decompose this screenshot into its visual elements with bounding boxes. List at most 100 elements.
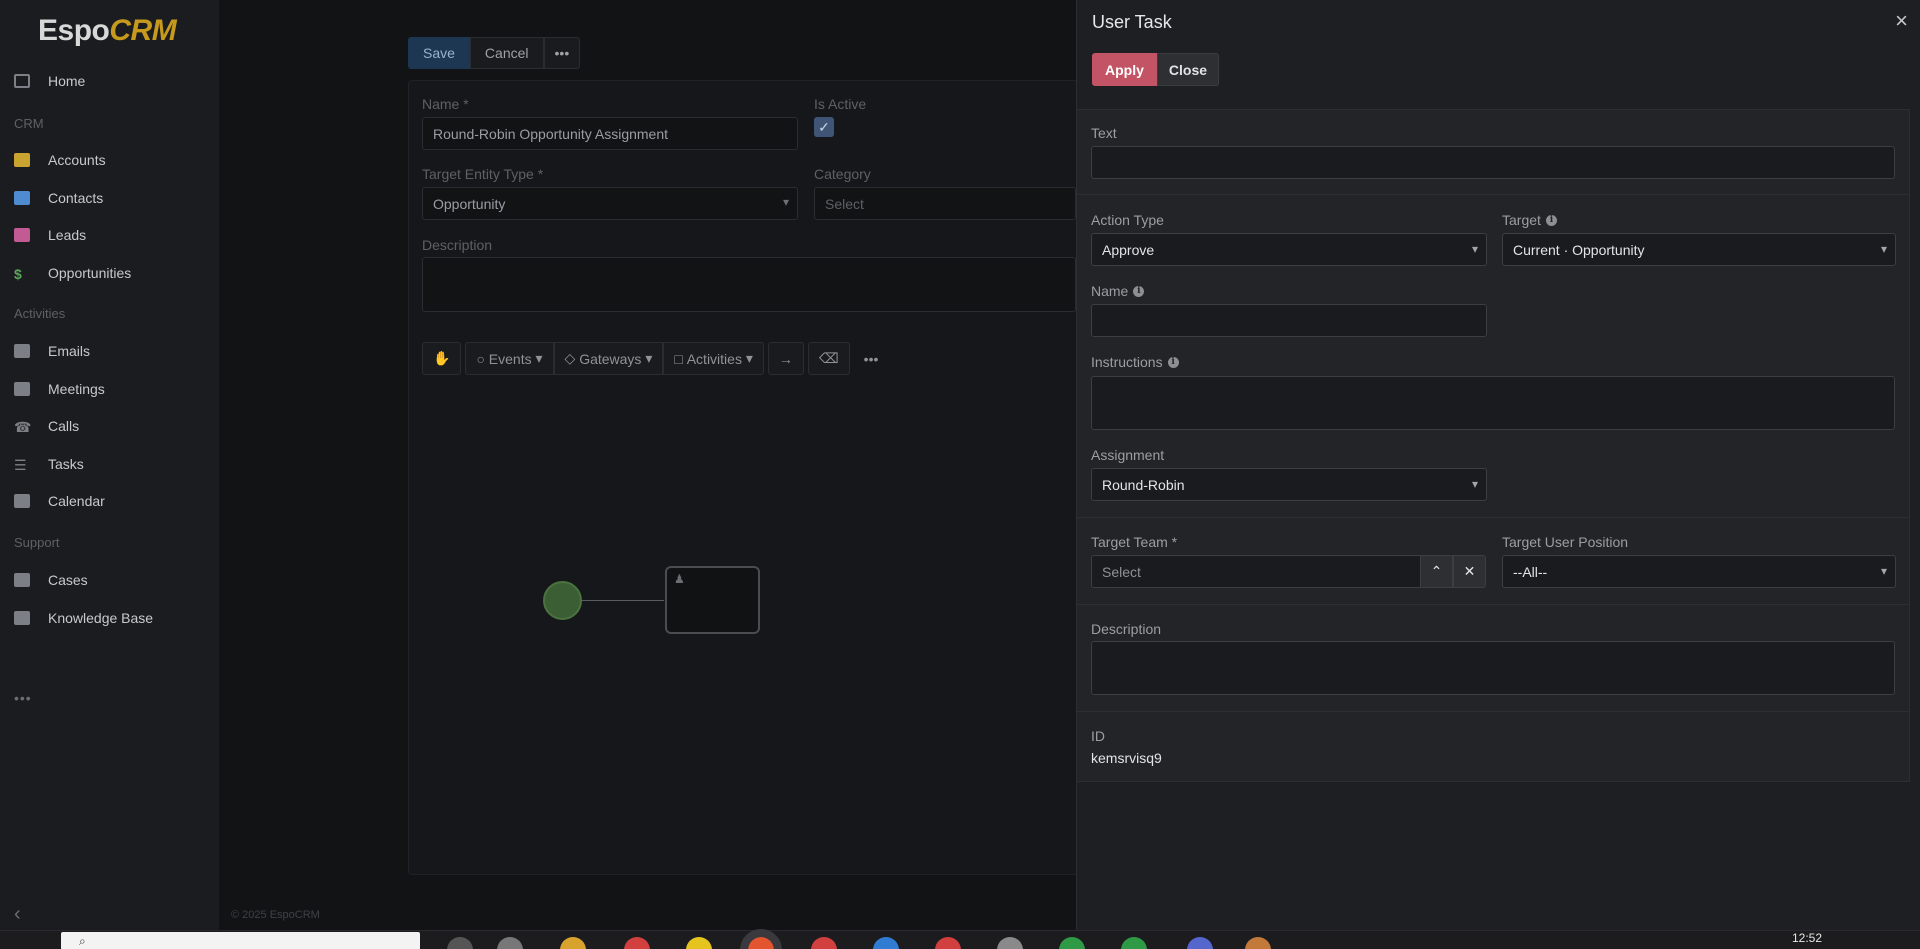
calendar-check-icon <box>14 382 30 396</box>
category-label: Category <box>814 166 871 182</box>
assignment-select[interactable]: Round-Robin <box>1091 468 1487 501</box>
app-icon[interactable] <box>935 937 961 949</box>
text-field[interactable] <box>1091 146 1895 179</box>
hand-tool-button[interactable]: ✋ <box>422 342 462 375</box>
name-field[interactable]: Round-Robin Opportunity Assignment <box>422 117 798 150</box>
divider <box>1077 194 1910 195</box>
activities-dropdown[interactable]: □ Activities ▾ <box>663 342 764 375</box>
sidebar-item-leads[interactable]: Leads <box>14 223 214 247</box>
element-group: ○ Events ▾ ◇ Gateways ▾ □ Activities ▾ <box>465 342 764 375</box>
connector-tool-button[interactable]: → <box>767 342 804 375</box>
sidebar-item-opportunities[interactable]: $ Opportunities <box>14 261 214 285</box>
bpmn-sequence-flow[interactable] <box>582 600 664 601</box>
building-icon <box>14 153 30 167</box>
sidebar-item-home[interactable]: Home <box>14 69 214 93</box>
eraser-tool-button[interactable]: ⌫ <box>807 342 850 375</box>
app-icon[interactable] <box>1121 937 1147 949</box>
description-field[interactable] <box>1091 641 1895 695</box>
sidebar-item-calls[interactable]: ☎ Calls <box>14 414 214 438</box>
sidebar-section-activities: Activities <box>14 306 66 321</box>
target-select[interactable]: Current · Opportunity <box>1502 233 1896 266</box>
divider <box>1077 711 1910 712</box>
category-select[interactable]: Select <box>814 187 1076 220</box>
app-logo[interactable]: EspoCRM <box>38 14 177 48</box>
sidebar-item-tasks[interactable]: ☰ Tasks <box>14 452 214 476</box>
sidebar-collapse-icon[interactable]: ‹ <box>14 903 21 926</box>
briefcase-icon <box>14 573 30 587</box>
arrow-right-icon: → <box>778 350 793 367</box>
app-icon[interactable] <box>1245 937 1271 949</box>
user-icon: ♟ <box>674 572 685 586</box>
clear-icon[interactable]: ✕ <box>1453 555 1486 588</box>
modal-title: User Task <box>1092 12 1172 32</box>
list-icon: ☰ <box>14 457 27 473</box>
save-button[interactable]: Save <box>408 37 470 69</box>
copyright-text: © 2025 EspoCRM <box>231 909 320 921</box>
bpmn-start-event[interactable] <box>543 581 582 620</box>
sidebar-item-calendar[interactable]: Calendar <box>14 489 214 513</box>
sidebar-item-accounts[interactable]: Accounts <box>14 148 214 172</box>
eraser-icon: ⌫ <box>818 350 839 366</box>
sidebar-item-knowledge-base[interactable]: Knowledge Base <box>14 606 214 630</box>
instructions-field[interactable] <box>1091 376 1895 430</box>
info-icon[interactable]: i <box>1133 285 1145 297</box>
sidebar-section-crm: CRM <box>14 116 44 131</box>
close-icon[interactable]: × <box>1895 8 1908 34</box>
app-icon[interactable] <box>497 937 523 949</box>
close-button[interactable]: Close <box>1156 53 1220 86</box>
more-actions-button[interactable]: ••• <box>543 37 581 69</box>
instructions-label: Instructions i <box>1091 354 1179 370</box>
circle-icon: ○ <box>476 350 489 367</box>
modal-body: Text Action Type Approve Targeti Current… <box>1077 109 1910 782</box>
action-type-select[interactable]: Approve <box>1091 233 1487 266</box>
divider <box>1077 517 1910 518</box>
modal-actions: Apply Close <box>1092 53 1220 86</box>
app-icon[interactable] <box>1187 937 1213 949</box>
apply-button[interactable]: Apply <box>1092 53 1157 86</box>
events-dropdown[interactable]: ○ Events ▾ <box>465 342 554 375</box>
app-icon[interactable] <box>811 937 837 949</box>
name-field[interactable] <box>1091 304 1487 337</box>
gateways-dropdown[interactable]: ◇ Gateways ▾ <box>553 342 664 375</box>
record-toolbar: Save Cancel ••• <box>408 37 581 69</box>
info-icon[interactable]: i <box>1545 214 1557 226</box>
taskbar-search[interactable]: ⌕ <box>61 932 420 949</box>
chevron-up-icon[interactable]: ⌃ <box>1420 555 1453 588</box>
sidebar-item-contacts[interactable]: Contacts <box>14 186 214 210</box>
browser-icon[interactable] <box>740 929 782 949</box>
app-icon[interactable] <box>1059 937 1085 949</box>
target-label: Target i <box>1502 212 1557 228</box>
target-entity-select[interactable]: Opportunity <box>422 187 798 220</box>
bpmn-user-task[interactable]: ♟ <box>665 566 760 634</box>
assignment-label: Assignment <box>1091 447 1165 463</box>
name-label: Name * <box>422 96 469 112</box>
sidebar-item-meetings[interactable]: Meetings <box>14 377 214 401</box>
target-user-position-select[interactable]: --All-- <box>1502 555 1896 588</box>
diagram-more-button[interactable]: ••• <box>854 342 889 375</box>
folder-icon[interactable] <box>560 937 586 949</box>
notes-icon[interactable] <box>686 937 712 949</box>
sidebar-section-support: Support <box>14 535 60 550</box>
sidebar-more-button[interactable]: ••• <box>14 690 32 706</box>
id-label: ID <box>1091 728 1105 744</box>
is-active-checkbox[interactable]: ✓ <box>814 117 834 137</box>
sidebar-item-emails[interactable]: Emails <box>14 339 214 363</box>
phone-icon: ☎ <box>14 419 32 435</box>
taskbar-clock: 12:52 <box>1792 931 1823 945</box>
app-icon[interactable] <box>624 937 650 949</box>
target-team-input[interactable]: Select <box>1091 555 1421 588</box>
sidebar-item-cases[interactable]: Cases <box>14 568 214 592</box>
book-icon <box>14 611 30 625</box>
cancel-button[interactable]: Cancel <box>469 37 544 69</box>
info-icon[interactable]: i <box>1167 356 1179 368</box>
task-view-icon[interactable] <box>447 937 473 949</box>
name-label: Name i <box>1091 283 1145 299</box>
target-entity-label: Target Entity Type * <box>422 166 544 182</box>
text-label: Text <box>1091 125 1117 141</box>
description-field[interactable] <box>422 257 1076 312</box>
calendar-icon <box>14 494 30 508</box>
app-icon[interactable] <box>997 937 1023 949</box>
diamond-icon: ◇ <box>564 350 580 366</box>
code-editor-icon[interactable] <box>873 937 899 949</box>
hand-icon: ✋ <box>433 350 451 366</box>
